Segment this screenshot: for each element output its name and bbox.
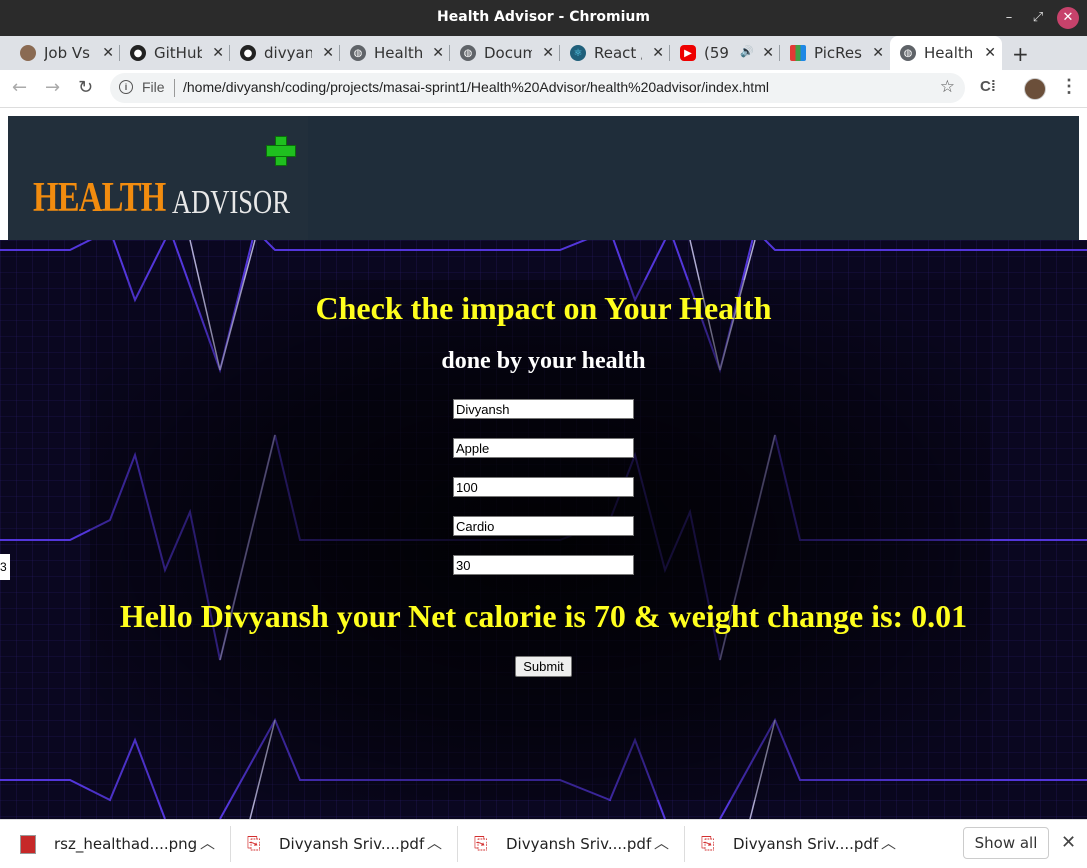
reload-icon[interactable]: ↻ — [78, 77, 93, 98]
close-window-button[interactable]: ✕ — [1057, 7, 1079, 29]
tab-label: Health — [924, 44, 972, 62]
page-subheading: done by your health — [441, 348, 646, 374]
globe-icon: ◍ — [350, 45, 366, 61]
bookmark-star-icon[interactable]: ☆ — [940, 77, 955, 97]
download-filename: Divyansh Sriv....pdf — [733, 835, 879, 853]
browser-toolbar: ← → ↻ i File /home/divyansh/coding/proje… — [0, 70, 1087, 108]
tab-job-vs[interactable]: Job Vs ✕ — [10, 36, 120, 70]
tab-picresize[interactable]: PicRes ✕ — [780, 36, 890, 70]
close-tab-icon[interactable]: ✕ — [652, 45, 664, 61]
new-tab-button[interactable]: + — [1012, 42, 1029, 66]
page-heading: Check the impact on Your Health — [315, 290, 772, 326]
github-icon: ● — [130, 45, 146, 61]
tab-docum[interactable]: ◍ Docum ✕ — [450, 36, 560, 70]
window-titlebar: Health Advisor - Chromium – ⤢ ✕ — [0, 0, 1087, 36]
globe-icon: ◍ — [460, 45, 476, 61]
edge-tab[interactable]: 3 — [0, 554, 10, 580]
download-separator — [457, 826, 458, 862]
download-item[interactable]: ⎘ Divyansh Sriv....pdf ︿ — [474, 820, 685, 868]
info-icon[interactable]: i — [119, 80, 133, 94]
pdf-icon: ⎘ — [701, 833, 715, 854]
pdf-icon: ⎘ — [474, 833, 488, 854]
react-icon: ⚛ — [570, 45, 586, 61]
result-message: Hello Divyansh your Net calorie is 70 & … — [119, 598, 968, 634]
show-all-button[interactable]: Show all — [963, 827, 1049, 859]
tab-label: GitHub — [154, 44, 202, 62]
tab-label: (59 — [704, 44, 729, 62]
tab-health[interactable]: ◍ Health ✕ — [340, 36, 450, 70]
tab-github[interactable]: ● GitHub ✕ — [120, 36, 230, 70]
close-tab-icon[interactable]: ✕ — [984, 45, 996, 61]
calories-input[interactable] — [453, 477, 634, 497]
close-tab-icon[interactable]: ✕ — [762, 45, 774, 61]
speaker-icon: 🔊 — [740, 45, 754, 58]
tab-label: React / — [594, 44, 642, 62]
avatar-favicon-icon — [20, 45, 36, 61]
close-tab-icon[interactable]: ✕ — [542, 45, 554, 61]
menu-kebab-icon[interactable]: ⋮ — [1060, 76, 1078, 97]
tab-youtube[interactable]: ▶ (59 🔊 ✕ — [670, 36, 780, 70]
download-item[interactable]: ⎘ Divyansh Sriv....pdf ︿ — [247, 820, 458, 868]
youtube-icon: ▶ — [680, 45, 696, 61]
close-tab-icon[interactable]: ✕ — [212, 45, 224, 61]
minutes-input[interactable] — [453, 555, 634, 575]
download-item[interactable]: rsz_healthad....png ︿ — [20, 820, 231, 868]
submit-button[interactable]: Submit — [515, 656, 572, 677]
close-tab-icon[interactable]: ✕ — [102, 45, 114, 61]
tab-divyan[interactable]: ● divyan ✕ — [230, 36, 340, 70]
food-input[interactable] — [453, 438, 634, 458]
chevron-up-icon[interactable]: ︿ — [881, 832, 896, 853]
download-filename: rsz_healthad....png — [54, 835, 198, 853]
url-text[interactable]: /home/divyansh/coding/projects/masai-spr… — [183, 79, 769, 95]
omnibox-separator — [174, 79, 175, 97]
picresize-icon — [790, 45, 806, 61]
logo-advisor-text: ADVISOR — [172, 184, 290, 221]
tab-react[interactable]: ⚛ React / ✕ — [560, 36, 670, 70]
tab-label: Health — [374, 44, 422, 62]
logo-health-text: HEALTH — [33, 175, 166, 221]
health-advisor-logo: HEALTH ADVISOR — [8, 116, 308, 240]
chevron-up-icon[interactable]: ︿ — [200, 832, 215, 853]
image-file-icon — [20, 834, 36, 854]
close-shelf-icon[interactable]: ✕ — [1061, 832, 1076, 853]
window-title: Health Advisor - Chromium — [437, 9, 650, 25]
profile-avatar[interactable] — [1024, 78, 1046, 100]
close-tab-icon[interactable]: ✕ — [872, 45, 884, 61]
extension-icon[interactable]: C⁞ — [980, 78, 996, 95]
back-arrow-icon[interactable]: ← — [12, 77, 27, 98]
exercise-input[interactable] — [453, 516, 634, 536]
download-separator — [230, 826, 231, 862]
chevron-up-icon[interactable]: ︿ — [654, 832, 669, 853]
address-bar[interactable]: i File /home/divyansh/coding/projects/ma… — [110, 73, 965, 103]
tab-label: Docum — [484, 44, 532, 62]
pdf-icon: ⎘ — [247, 833, 261, 854]
name-input[interactable] — [453, 399, 634, 419]
download-filename: Divyansh Sriv....pdf — [506, 835, 652, 853]
download-separator — [684, 826, 685, 862]
page-viewport: HEALTH ADVISOR Check the impact on Your … — [0, 108, 1087, 819]
github-icon: ● — [240, 45, 256, 61]
download-item[interactable]: ⎘ Divyansh Sriv....pdf ︿ — [701, 820, 911, 868]
close-tab-icon[interactable]: ✕ — [432, 45, 444, 61]
scheme-label: File — [142, 79, 165, 95]
close-tab-icon[interactable]: ✕ — [322, 45, 334, 61]
tab-strip: Job Vs ✕ ● GitHub ✕ ● divyan ✕ ◍ Health … — [0, 36, 1087, 70]
site-header: HEALTH ADVISOR — [8, 116, 1079, 240]
maximize-button[interactable]: ⤢ — [1027, 7, 1049, 29]
minimize-button[interactable]: – — [998, 7, 1020, 29]
globe-icon: ◍ — [900, 45, 916, 61]
forward-arrow-icon[interactable]: → — [45, 77, 60, 98]
plus-cross-icon — [266, 136, 296, 166]
download-filename: Divyansh Sriv....pdf — [279, 835, 425, 853]
tab-label: PicRes — [814, 44, 862, 62]
tab-label: Job Vs — [44, 44, 90, 62]
chevron-up-icon[interactable]: ︿ — [427, 832, 442, 853]
tab-health-active[interactable]: ◍ Health ✕ — [890, 36, 1002, 70]
download-shelf: rsz_healthad....png ︿ ⎘ Divyansh Sriv...… — [0, 819, 1087, 868]
tab-label: divyan — [264, 44, 312, 62]
